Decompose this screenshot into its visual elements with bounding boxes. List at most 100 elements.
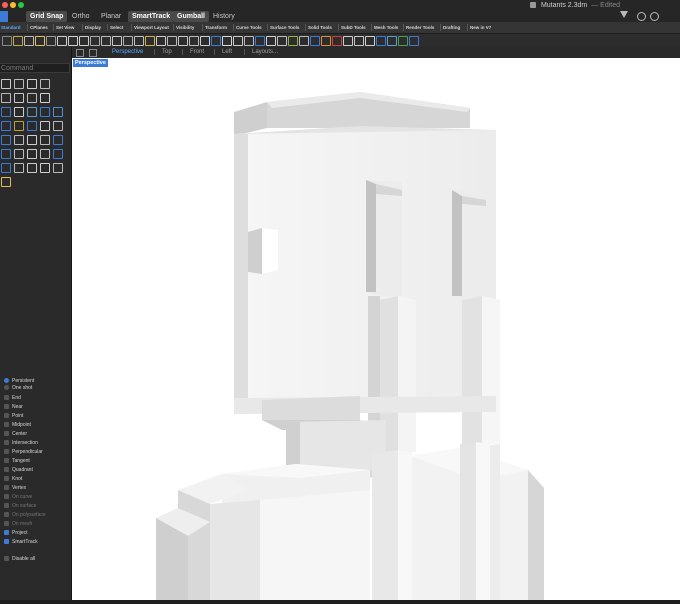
rendered-icon[interactable] — [244, 36, 254, 46]
tab-cplanes[interactable]: CPlanes — [30, 22, 48, 33]
osnap-tangent[interactable]: Tangent — [4, 458, 30, 465]
set-view-icon[interactable] — [222, 36, 232, 46]
panel-tool-icon[interactable] — [14, 107, 24, 117]
mode-history-button[interactable]: History — [209, 11, 239, 22]
panel-tool-icon[interactable] — [14, 79, 24, 89]
surface-icon[interactable] — [354, 36, 364, 46]
cplane-icon[interactable] — [211, 36, 221, 46]
viewport-tab-left[interactable]: Left — [222, 47, 232, 57]
sidebar-toggle-icon[interactable] — [0, 11, 8, 22]
viewport-tab-layouts[interactable]: Layouts... — [252, 47, 278, 57]
panel-tool-icon[interactable] — [14, 149, 24, 159]
osnap-mode-one-shot[interactable]: One shot — [4, 385, 32, 392]
panel-tool-icon[interactable] — [27, 163, 37, 173]
tab-transform[interactable]: Transform — [205, 22, 227, 33]
panel-tool-icon[interactable] — [53, 107, 63, 117]
panel-tool-icon[interactable] — [14, 135, 24, 145]
checkbox-icon[interactable] — [4, 503, 9, 508]
viewport-tab-front[interactable]: Front — [190, 47, 204, 57]
osnap-end[interactable]: End — [4, 395, 21, 402]
settings-icon[interactable] — [650, 12, 659, 21]
checkbox-icon[interactable] — [4, 485, 9, 490]
tab-select[interactable]: Select — [110, 22, 123, 33]
radio-icon[interactable] — [4, 378, 9, 383]
copy-icon[interactable] — [68, 36, 78, 46]
osnap-project[interactable]: Project — [4, 530, 28, 537]
tab-render-tools[interactable]: Render Tools — [406, 22, 434, 33]
solid-icon[interactable] — [365, 36, 375, 46]
panel-tool-icon[interactable] — [27, 135, 37, 145]
mode-gumball-button[interactable]: Gumball — [173, 11, 210, 22]
open-file-icon[interactable] — [13, 36, 23, 46]
panel-tool-icon[interactable] — [40, 79, 50, 89]
material-icon[interactable] — [398, 36, 408, 46]
layers-icon[interactable] — [46, 36, 56, 46]
osnap-intersection[interactable]: Intersection — [4, 440, 38, 447]
show-icon[interactable] — [310, 36, 320, 46]
tab-visibility[interactable]: Visibility — [176, 22, 194, 33]
render-icon[interactable] — [387, 36, 397, 46]
viewport-tab-perspective[interactable]: Perspective — [112, 47, 143, 57]
tab-set-view[interactable]: Set View — [56, 22, 74, 33]
panel-tool-icon[interactable] — [27, 107, 37, 117]
panel-tool-icon[interactable] — [40, 135, 50, 145]
panel-tool-icon[interactable] — [1, 121, 11, 131]
tab-subd-tools[interactable]: SubD Tools — [341, 22, 366, 33]
lock-icon[interactable] — [288, 36, 298, 46]
panel-tool-icon[interactable] — [27, 93, 37, 103]
panel-tool-icon[interactable] — [40, 107, 50, 117]
mode-smarttrack-button[interactable]: SmartTrack — [128, 11, 175, 22]
osnap-perpendicular[interactable]: Perpendicular — [4, 449, 43, 456]
print-icon[interactable] — [35, 36, 45, 46]
pan-icon[interactable] — [112, 36, 122, 46]
display-mode-icon[interactable] — [255, 36, 265, 46]
panel-tool-icon[interactable] — [1, 163, 11, 173]
checkbox-icon[interactable] — [4, 467, 9, 472]
checkbox-icon[interactable] — [4, 556, 9, 561]
tab-display[interactable]: Display — [85, 22, 101, 33]
panel-tool-icon[interactable] — [27, 149, 37, 159]
panel-tool-icon[interactable] — [53, 163, 63, 173]
panel-tool-icon[interactable] — [53, 121, 63, 131]
checkbox-icon[interactable] — [4, 530, 9, 535]
panel-tool-icon[interactable] — [1, 79, 11, 89]
osnap-on-mesh[interactable]: On mesh — [4, 521, 32, 528]
perspective-viewport[interactable]: Perspective — [72, 58, 680, 600]
radio-icon[interactable] — [4, 385, 9, 390]
zoom-extents-icon[interactable] — [156, 36, 166, 46]
tab-surface-tools[interactable]: Surface Tools — [270, 22, 299, 33]
zoom-icon[interactable] — [134, 36, 144, 46]
checkbox-icon[interactable] — [4, 404, 9, 409]
tab-curve-tools[interactable]: Curve Tools — [236, 22, 262, 33]
panel-tool-icon[interactable] — [14, 93, 24, 103]
grid-layout-icon[interactable] — [76, 49, 84, 57]
close-window-button[interactable] — [2, 2, 8, 8]
point-icon[interactable] — [332, 36, 342, 46]
checkbox-icon[interactable] — [4, 422, 9, 427]
named-views-icon[interactable] — [189, 36, 199, 46]
panel-tool-icon[interactable] — [53, 149, 63, 159]
tab-drafting[interactable]: Drafting — [443, 22, 460, 33]
new-file-icon[interactable] — [2, 36, 12, 46]
tab-new-in-v7[interactable]: New in V7 — [470, 22, 491, 33]
zoom-window-icon[interactable] — [145, 36, 155, 46]
tab-mesh-tools[interactable]: Mesh Tools — [374, 22, 398, 33]
panel-tool-icon[interactable] — [1, 107, 11, 117]
cut-icon[interactable] — [57, 36, 67, 46]
panel-tool-icon[interactable] — [27, 79, 37, 89]
panel-tool-icon[interactable] — [1, 135, 11, 145]
redo-icon[interactable] — [101, 36, 111, 46]
light-icon[interactable] — [321, 36, 331, 46]
checkbox-icon[interactable] — [4, 458, 9, 463]
checkbox-icon[interactable] — [4, 395, 9, 400]
tab-viewport-layout[interactable]: Viewport Layout — [134, 22, 169, 33]
shaded-icon[interactable] — [233, 36, 243, 46]
checkbox-icon[interactable] — [4, 512, 9, 517]
viewport-tab-top[interactable]: Top — [162, 47, 172, 57]
undo-icon[interactable] — [90, 36, 100, 46]
osnap-on-curve[interactable]: On curve — [4, 494, 32, 501]
panel-tool-icon[interactable] — [1, 149, 11, 159]
checkbox-icon[interactable] — [4, 431, 9, 436]
checkbox-icon[interactable] — [4, 539, 9, 544]
panel-tool-icon[interactable] — [14, 121, 24, 131]
